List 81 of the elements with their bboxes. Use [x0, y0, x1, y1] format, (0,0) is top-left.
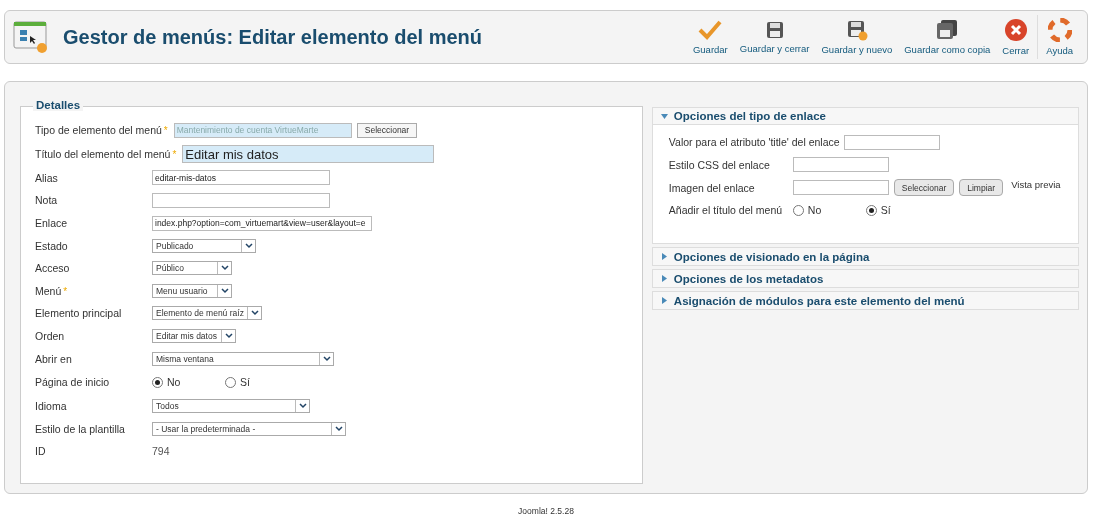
field-label: Abrir en	[35, 352, 73, 365]
toolbar-button[interactable]: Guardar	[686, 19, 734, 55]
menu-manager-icon	[13, 20, 49, 54]
panel-header[interactable]: Asignación de módulos para este elemento del menú	[652, 292, 1078, 309]
select-button[interactable]: Seleccionar	[893, 179, 955, 197]
page-title: Gestor de menús: Editar elemento del menú	[63, 25, 483, 49]
field-label: Estilo CSS del enlace	[668, 158, 771, 171]
preview-label: Vista previa	[1011, 178, 1061, 191]
field-label: Menú *	[35, 284, 69, 297]
field-label: Nota	[35, 194, 59, 207]
caret-icon	[250, 310, 259, 317]
panel-header[interactable]: Opciones de visionado en la página	[652, 248, 1078, 265]
field-label: Acceso	[35, 262, 71, 275]
caret-icon	[334, 425, 343, 432]
id-value: 794	[152, 445, 170, 458]
toolbar-icon	[764, 20, 785, 40]
field-label: Añadir el título del menú	[668, 204, 784, 217]
clear-button[interactable]: Limpiar	[959, 179, 1004, 197]
option-label: No	[807, 204, 822, 217]
input-field[interactable]: editar-mis-datos	[152, 170, 330, 186]
field-label: Valor para el atributo 'title' del enlace	[668, 136, 840, 149]
field-label: Orden	[35, 330, 66, 343]
panel-header[interactable]: Opciones de los metadatos	[652, 270, 1078, 287]
field-label: Tipo de elemento del menú	[35, 124, 162, 137]
field-label: Estilo de la plantilla	[35, 422, 126, 435]
dropdown[interactable]: Menu usuario	[152, 283, 232, 298]
dropdown[interactable]: Publicado	[152, 238, 256, 253]
toolbar-button[interactable]: Cerrar	[996, 18, 1036, 56]
toolbar-button[interactable]: Ayuda	[1040, 18, 1079, 56]
dropdown[interactable]: Editar mis datos	[152, 329, 236, 344]
toolbar-button[interactable]: Guardar y nuevo	[815, 19, 899, 55]
caret-down-icon	[660, 112, 668, 120]
radio-button[interactable]	[225, 376, 236, 388]
field-label: Elemento principal	[35, 307, 123, 320]
option-label: No	[167, 376, 181, 389]
field-label: Idioma	[35, 400, 68, 413]
caret-right-icon	[660, 253, 668, 260]
required-mark: *	[172, 148, 177, 160]
dropdown[interactable]: Elemento de menú raíz	[152, 306, 262, 321]
caret-right-icon	[660, 275, 668, 282]
field-label: Estado	[35, 239, 69, 252]
toolbar-button[interactable]: Guardar y cerrar	[733, 20, 816, 54]
input-field[interactable]	[152, 193, 330, 208]
field-label: Página de inicio	[35, 376, 111, 389]
toolbar-icon	[1047, 18, 1072, 42]
dropdown[interactable]: Público	[152, 261, 232, 276]
toolbar-icon	[845, 19, 868, 41]
toolbar-button[interactable]: Guardar como copia	[898, 19, 997, 55]
radio-button[interactable]	[792, 205, 804, 216]
section-legend: Detalles	[33, 99, 84, 111]
toolbar-icon	[935, 19, 960, 41]
radio-button[interactable]	[152, 376, 163, 388]
field-label: Alias	[35, 171, 59, 184]
required-mark: *	[163, 124, 168, 136]
input-field[interactable]: index.php?option=com_virtuemart&view=user&layout=e	[152, 215, 372, 231]
field-label: Título del elemento del menú	[35, 148, 171, 161]
field-label: Imagen del enlace	[668, 181, 756, 194]
field-label: Enlace	[35, 217, 69, 230]
panel-header[interactable]: Opciones del tipo de enlace	[652, 108, 1078, 125]
toolbar-icon	[698, 19, 723, 41]
dropdown[interactable]: - Usar la predeterminada -	[152, 421, 346, 436]
caret-icon	[220, 265, 229, 272]
input-field[interactable]	[843, 134, 940, 150]
input-field[interactable]	[792, 157, 889, 173]
dropdown[interactable]: Todos	[152, 399, 310, 414]
select-button[interactable]: Seleccionar	[356, 122, 418, 138]
caret-icon	[298, 403, 307, 410]
caret-right-icon	[660, 297, 668, 304]
caret-icon	[322, 355, 331, 362]
caret-icon	[244, 242, 253, 249]
field-label: ID	[35, 445, 47, 458]
dropdown[interactable]: Misma ventana	[152, 351, 334, 366]
input-field[interactable]	[792, 180, 889, 196]
option-label: Sí	[880, 204, 891, 217]
caret-icon	[220, 287, 229, 294]
caret-icon	[224, 333, 233, 340]
option-label: Sí	[240, 376, 250, 389]
toolbar-icon	[1003, 18, 1028, 42]
footer-version: Joomla! 2.5.28	[517, 506, 575, 516]
input-field[interactable]: Editar mis datos	[182, 145, 435, 164]
radio-button[interactable]	[865, 205, 877, 216]
